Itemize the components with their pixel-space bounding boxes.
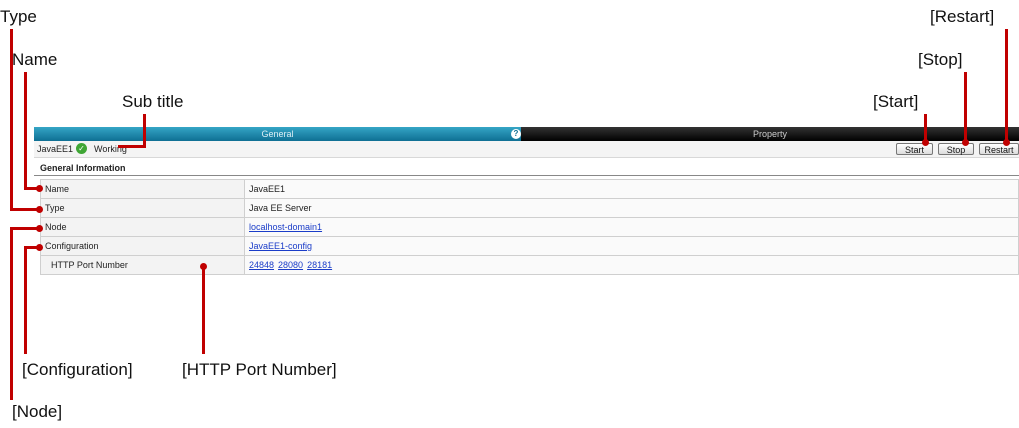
table-row: Node localhost-domain1: [40, 217, 1019, 237]
http-port-link[interactable]: 28080: [278, 260, 303, 270]
leader-sub-title: [143, 114, 146, 148]
leader-dot: [36, 225, 43, 232]
section-divider: [34, 175, 1019, 176]
leader-type: [10, 29, 13, 210]
restart-button[interactable]: Restart: [979, 143, 1019, 155]
tab-general[interactable]: General ?: [34, 127, 521, 141]
row-value-node-cell: localhost-domain1: [244, 217, 1019, 237]
row-label-name: Name: [40, 179, 245, 199]
row-value-name: JavaEE1: [244, 179, 1019, 199]
callout-type: Type: [0, 7, 37, 26]
leader-dot: [36, 206, 43, 213]
leader-start: [924, 114, 927, 142]
leader-sub-title: [118, 145, 146, 148]
server-name: JavaEE1: [37, 144, 74, 154]
leader-stop: [964, 72, 967, 142]
leader-configuration: [24, 246, 27, 354]
row-label-node: Node: [40, 217, 245, 237]
sub-title-bar: JavaEE1 ✓ Working Start Stop Restart: [34, 141, 1019, 158]
node-link[interactable]: localhost-domain1: [249, 222, 322, 232]
leader-name: [24, 72, 27, 190]
leader-http-port-number: [202, 266, 205, 354]
leader-type: [10, 208, 38, 211]
leader-dot: [200, 263, 207, 270]
leader-dot: [36, 185, 43, 192]
tab-property[interactable]: Property: [521, 127, 1019, 141]
row-value-http-port-cell: 24848 28080 28181: [244, 255, 1019, 275]
row-label-type: Type: [40, 198, 245, 218]
leader-dot: [922, 139, 929, 146]
http-port-label: HTTP Port Number: [51, 260, 128, 270]
server-detail-panel: General ? Property JavaEE1 ✓ Working Sta…: [34, 127, 1019, 277]
callout-node: [Node]: [12, 402, 63, 421]
leader-dot: [962, 139, 969, 146]
leader-dot: [36, 244, 43, 251]
callout-configuration: [Configuration]: [22, 360, 133, 379]
leader-dot: [1003, 139, 1010, 146]
callout-name: Name: [12, 50, 58, 69]
callout-sub-title: Sub title: [122, 92, 184, 111]
callout-start: [Start]: [873, 92, 919, 111]
table-row: Name JavaEE1: [40, 179, 1019, 199]
http-port-link[interactable]: 28181: [307, 260, 332, 270]
row-value-type: Java EE Server: [244, 198, 1019, 218]
row-label-http-port: HTTP Port Number: [40, 255, 245, 275]
table-row: Configuration JavaEE1-config: [40, 236, 1019, 256]
table-row: HTTP Port Number 24848 28080 28181: [40, 255, 1019, 275]
tab-bar: General ? Property: [34, 127, 1019, 141]
table-row: Type Java EE Server: [40, 198, 1019, 218]
stop-button[interactable]: Stop: [938, 143, 974, 155]
http-port-link[interactable]: 24848: [249, 260, 274, 270]
leader-restart: [1005, 29, 1008, 142]
help-icon[interactable]: ?: [511, 129, 521, 139]
tab-property-label: Property: [752, 129, 787, 139]
leader-node: [10, 227, 13, 400]
section-title: General Information: [40, 163, 126, 173]
leader-node: [10, 227, 38, 230]
row-value-configuration-cell: JavaEE1-config: [244, 236, 1019, 256]
callout-restart: [Restart]: [930, 7, 995, 26]
general-info-table: Name JavaEE1 Type Java EE Server Node lo…: [40, 179, 1019, 275]
configuration-link[interactable]: JavaEE1-config: [249, 241, 312, 251]
callout-http-port-number: [HTTP Port Number]: [182, 360, 337, 379]
tab-general-label: General: [261, 129, 294, 139]
row-label-configuration: Configuration: [40, 236, 245, 256]
check-icon: ✓: [76, 143, 87, 154]
callout-stop: [Stop]: [918, 50, 963, 69]
